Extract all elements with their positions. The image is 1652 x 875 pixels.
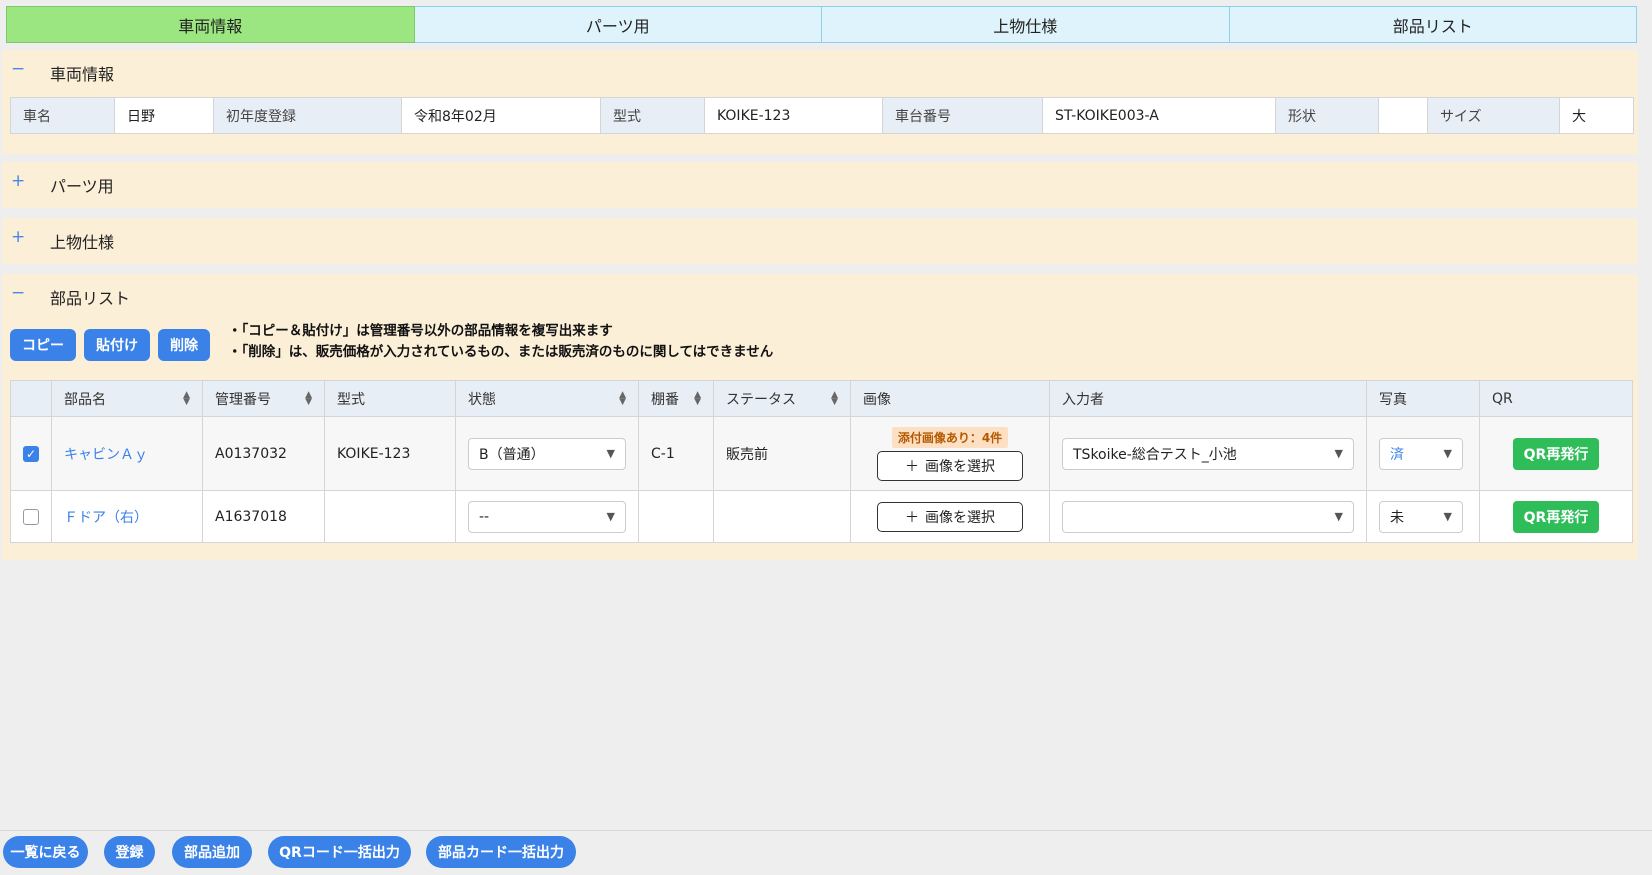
back-to-list-button[interactable]: 一覧に戻る xyxy=(3,836,88,868)
header-qr: QR xyxy=(1479,380,1633,417)
photo-select[interactable]: 未 ▼ xyxy=(1379,500,1463,533)
select-image-button[interactable]: ＋画像を選択 xyxy=(877,450,1023,481)
select-image-button[interactable]: ＋画像を選択 xyxy=(877,501,1023,532)
inputter-select[interactable]: ▼ xyxy=(1062,500,1354,533)
header-condition[interactable]: 状態 ▲ ▼ xyxy=(455,380,639,417)
field-value: 令和8年02月 xyxy=(401,97,601,134)
field-label: 型式 xyxy=(600,97,705,134)
qr-reissue-button[interactable]: QR再発行 xyxy=(1513,437,1599,470)
plus-icon: ＋ xyxy=(905,458,919,475)
section-title: 上物仕様 xyxy=(50,233,115,252)
parts-header[interactable]: + パーツ用 xyxy=(2,162,1638,206)
field-label: 車台番号 xyxy=(882,97,1043,134)
expand-icon[interactable]: + xyxy=(11,171,25,191)
tab-body-spec[interactable]: 上物仕様 xyxy=(822,6,1230,43)
table-row: ✓ キャビンＡｙ A0137032 KOIKE-123 B（普通） ▼ C-1 販… xyxy=(10,416,1633,491)
attached-images-badge: 添付画像あり：4件 xyxy=(891,426,1009,448)
status: 販売前 xyxy=(713,416,851,491)
field-value: 大 xyxy=(1559,97,1634,134)
sort-icon: ▲ ▼ xyxy=(619,390,626,407)
footer-bar: 一覧に戻る 登録 部品追加 QRコード一括出力 部品カード一括出力 xyxy=(0,830,1652,875)
section-title: 部品リスト xyxy=(50,289,131,308)
row-checkbox[interactable] xyxy=(23,508,39,525)
header-part-name[interactable]: 部品名 ▲ ▼ xyxy=(51,380,203,417)
table-row: Ｆドア（右） A1637018 -- ▼ ＋画像を選択 ▼ 未 ▼ QR再発行 xyxy=(10,490,1633,543)
table-header-row: 部品名 ▲ ▼ 管理番号 ▲ ▼ 型式 状態 ▲ ▼ 棚番 ▲ ▼ ステータス ▲ ▼ 画像 入力者… xyxy=(10,380,1633,417)
chevron-down-icon: ▼ xyxy=(606,510,615,523)
sort-icon: ▲ ▼ xyxy=(694,390,701,407)
note-copy-paste: 「コピー＆貼付け」は管理番号以外の部品情報を複写出来ます xyxy=(228,321,773,342)
collapse-icon[interactable]: − xyxy=(11,59,25,79)
model xyxy=(324,490,456,543)
parts-list-header[interactable]: − 部品リスト xyxy=(2,274,1638,318)
header-image: 画像 xyxy=(850,380,1050,417)
header-mgmt-no[interactable]: 管理番号 ▲ ▼ xyxy=(202,380,325,417)
chevron-down-icon: ▼ xyxy=(606,447,615,460)
condition-select[interactable]: -- ▼ xyxy=(468,500,626,533)
chevron-down-icon: ▼ xyxy=(1334,510,1343,523)
bulk-qr-output-button[interactable]: QRコード一括出力 xyxy=(268,836,411,868)
field-value: KOIKE-123 xyxy=(704,97,883,134)
part-name-link[interactable]: キャビンＡｙ xyxy=(51,416,203,491)
tab-vehicle-info[interactable]: 車両情報 xyxy=(6,6,415,43)
sort-icon: ▲ ▼ xyxy=(305,390,312,407)
inputter-select[interactable]: TSkoike-総合テスト_小池 ▼ xyxy=(1062,437,1354,470)
field-label: 初年度登録 xyxy=(213,97,402,134)
tab-parts-list[interactable]: 部品リスト xyxy=(1229,6,1637,43)
status xyxy=(713,490,851,543)
field-label: 車名 xyxy=(10,97,115,134)
row-checkbox-checked[interactable]: ✓ xyxy=(23,445,39,462)
sort-icon: ▲ ▼ xyxy=(183,390,190,407)
body-spec-header[interactable]: + 上物仕様 xyxy=(2,218,1638,262)
register-button[interactable]: 登録 xyxy=(104,836,155,868)
field-label: 形状 xyxy=(1275,97,1379,134)
section-title: 車両情報 xyxy=(50,65,115,84)
condition-select[interactable]: B（普通） ▼ xyxy=(468,437,626,470)
delete-button[interactable]: 削除 xyxy=(158,329,210,361)
parts-section: + パーツ用 xyxy=(2,162,1638,208)
chevron-down-icon: ▼ xyxy=(1443,510,1452,523)
expand-icon[interactable]: + xyxy=(11,227,25,247)
header-inputter: 入力者 xyxy=(1049,380,1367,417)
vehicle-info-table: 車名 日野 初年度登録 令和8年02月 型式 KOIKE-123 車台番号 ST… xyxy=(10,97,1634,134)
top-tabs: 車両情報 パーツ用 上物仕様 部品リスト xyxy=(6,6,1637,43)
header-model: 型式 xyxy=(324,380,456,417)
qr-reissue-button[interactable]: QR再発行 xyxy=(1513,500,1599,533)
chevron-down-icon: ▼ xyxy=(1443,447,1452,460)
parts-table: 部品名 ▲ ▼ 管理番号 ▲ ▼ 型式 状態 ▲ ▼ 棚番 ▲ ▼ ステータス ▲ ▼ 画像 入力者… xyxy=(10,380,1633,543)
photo-select[interactable]: 済 ▼ xyxy=(1379,437,1463,470)
chevron-down-icon: ▼ xyxy=(1334,447,1343,460)
usage-notes: 「コピー＆貼付け」は管理番号以外の部品情報を複写出来ます 「削除」は、販売価格が… xyxy=(228,321,774,363)
collapse-icon[interactable]: − xyxy=(11,283,25,303)
copy-button[interactable]: コピー xyxy=(10,329,76,361)
note-delete: 「削除」は、販売価格が入力されているもの、または販売済のものに関してはできません xyxy=(228,342,774,363)
header-select xyxy=(10,380,52,417)
mgmt-no: A0137032 xyxy=(202,416,325,491)
add-part-button[interactable]: 部品追加 xyxy=(172,836,252,868)
shelf: C-1 xyxy=(638,416,714,491)
part-name-link[interactable]: Ｆドア（右） xyxy=(51,490,203,543)
field-label: サイズ xyxy=(1427,97,1560,134)
shelf xyxy=(638,490,714,543)
field-value: 日野 xyxy=(114,97,214,134)
body-spec-section: + 上物仕様 xyxy=(2,218,1638,264)
model: KOIKE-123 xyxy=(324,416,456,491)
mgmt-no: A1637018 xyxy=(202,490,325,543)
header-status[interactable]: ステータス ▲ ▼ xyxy=(713,380,851,417)
plus-icon: ＋ xyxy=(905,509,919,526)
bulk-part-card-output-button[interactable]: 部品カード一括出力 xyxy=(426,836,576,868)
header-photo: 写真 xyxy=(1366,380,1480,417)
paste-button[interactable]: 貼付け xyxy=(84,329,150,361)
sort-icon: ▲ ▼ xyxy=(831,390,838,407)
vehicle-info-section: − 車両情報 車名 日野 初年度登録 令和8年02月 型式 KOIKE-123 … xyxy=(2,50,1638,154)
section-title: パーツ用 xyxy=(50,177,114,196)
field-value: ST-KOIKE003-A xyxy=(1042,97,1276,134)
field-value xyxy=(1378,97,1428,134)
tab-parts[interactable]: パーツ用 xyxy=(414,6,822,43)
vehicle-info-header[interactable]: − 車両情報 xyxy=(2,50,1638,94)
header-shelf[interactable]: 棚番 ▲ ▼ xyxy=(638,380,714,417)
